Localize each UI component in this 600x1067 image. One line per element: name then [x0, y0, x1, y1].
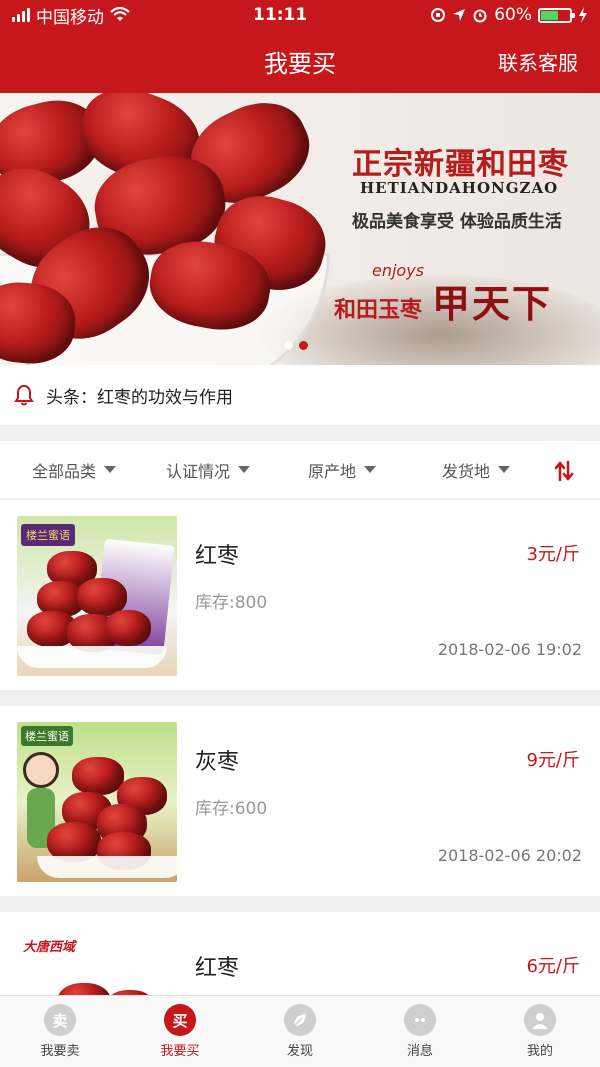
product-thumbnail: 楼兰蜜语 [17, 722, 177, 882]
filter-origin-label: 原产地 [308, 461, 357, 481]
product-time: 2018-02-06 20:02 [437, 846, 582, 865]
tab-leaf[interactable]: 发现 [240, 996, 360, 1067]
product-name: 灰枣 [195, 750, 240, 775]
filter-origin[interactable]: 原产地 [308, 458, 377, 482]
product-name: 红枣 [195, 544, 240, 569]
product-price: 6元/斤 [526, 956, 580, 977]
product-stock: 库存:800 [195, 593, 268, 613]
status-time: 11:11 [253, 5, 308, 25]
battery-percent: 60% [494, 5, 532, 25]
product-price: 9元/斤 [526, 750, 580, 771]
product-card[interactable]: 楼兰蜜语 灰枣 9元/斤 库存:600 2018-02-06 20:02 [0, 706, 600, 896]
tab-label: 我的 [526, 1044, 553, 1059]
chevron-down-icon [364, 466, 377, 473]
battery-icon [537, 7, 575, 23]
tab-sell[interactable]: 卖我要卖 [0, 996, 120, 1067]
tab-user[interactable]: 我的 [480, 996, 600, 1067]
filter-category[interactable]: 全部品类 [32, 458, 117, 482]
filter-certification[interactable]: 认证情况 [166, 458, 251, 482]
filter-ship-from[interactable]: 发货地 [442, 458, 511, 482]
promo-banner[interactable]: 正宗新疆和田枣 HETIANDAHONGZAO 极品美食享受 体验品质生活 en… [0, 93, 600, 365]
product-time: 2018-02-06 19:02 [437, 640, 582, 659]
rotation-lock-icon [431, 8, 446, 22]
bell-icon [14, 384, 34, 406]
tab-bar: 卖我要卖买我要买 发现 消息 我的 [0, 995, 600, 1067]
banner-tagline-left: 和田玉枣 [334, 298, 423, 323]
tab-buy[interactable]: 买我要买 [120, 996, 240, 1067]
filter-bar: 全部品类 认证情况 原产地 发货地 [0, 441, 600, 499]
sell-icon: 卖 [44, 1004, 76, 1036]
chevron-down-icon [104, 466, 117, 473]
buy-icon: 买 [164, 1004, 196, 1036]
carousel-dot[interactable] [284, 341, 293, 350]
carrier-label: 中国移动 [36, 7, 104, 28]
battery-fill [540, 10, 558, 20]
filter-ship-from-label: 发货地 [442, 461, 491, 481]
brand-logo: 大唐西域 [23, 940, 76, 955]
filter-certification-label: 认证情况 [166, 461, 231, 481]
nav-bar: 我要买 联系客服 [0, 30, 600, 93]
contact-service-button[interactable]: 联系客服 [498, 47, 578, 76]
banner-slogan: 极品美食享受 体验品质生活 [352, 212, 562, 232]
chat-icon [404, 1004, 436, 1036]
tab-chat[interactable]: 消息 [360, 996, 480, 1067]
headline-text: 头条：红枣的功效与作用 [46, 387, 233, 408]
headline-bar[interactable]: 头条：红枣的功效与作用 [0, 365, 600, 425]
product-price: 3元/斤 [526, 544, 580, 565]
page-title: 我要买 [264, 50, 336, 78]
user-icon [524, 1004, 556, 1036]
sort-icon[interactable] [554, 460, 574, 482]
brand-logo: 楼兰蜜语 [21, 524, 75, 546]
wifi-icon [110, 7, 130, 21]
chevron-down-icon [238, 466, 251, 473]
tab-label: 我要卖 [40, 1044, 80, 1059]
product-name: 红枣 [195, 956, 240, 981]
product-thumbnail: 楼兰蜜语 [17, 516, 177, 676]
status-bar: 中国移动 11:11 60% [0, 0, 600, 30]
top-bar: 中国移动 11:11 60% 我要买 联系客服 [0, 0, 600, 93]
leaf-icon [284, 1004, 316, 1036]
product-card[interactable]: 楼兰蜜语 红枣 3元/斤 库存:800 2018-02-06 19:02 [0, 500, 600, 690]
signal-icon [12, 8, 30, 22]
banner-subtitle: HETIANDAHONGZAO [360, 179, 559, 197]
alarm-icon [473, 9, 487, 23]
tab-label: 发现 [286, 1044, 313, 1059]
product-stock: 库存:600 [195, 799, 268, 819]
tab-label: 我要买 [160, 1044, 200, 1059]
banner-tagline-right: 甲天下 [432, 281, 553, 326]
brand-logo: 楼兰蜜语 [21, 726, 73, 746]
filter-category-label: 全部品类 [32, 461, 97, 481]
banner-title: 正宗新疆和田枣 [352, 147, 569, 182]
banner-tagline: 和田玉枣 甲天下 [334, 273, 552, 328]
chevron-down-icon [498, 466, 511, 473]
tab-label: 消息 [406, 1044, 433, 1059]
charging-icon [578, 7, 587, 23]
carousel-dots[interactable] [284, 341, 308, 350]
location-icon [453, 9, 466, 21]
carousel-dot[interactable] [299, 341, 308, 350]
